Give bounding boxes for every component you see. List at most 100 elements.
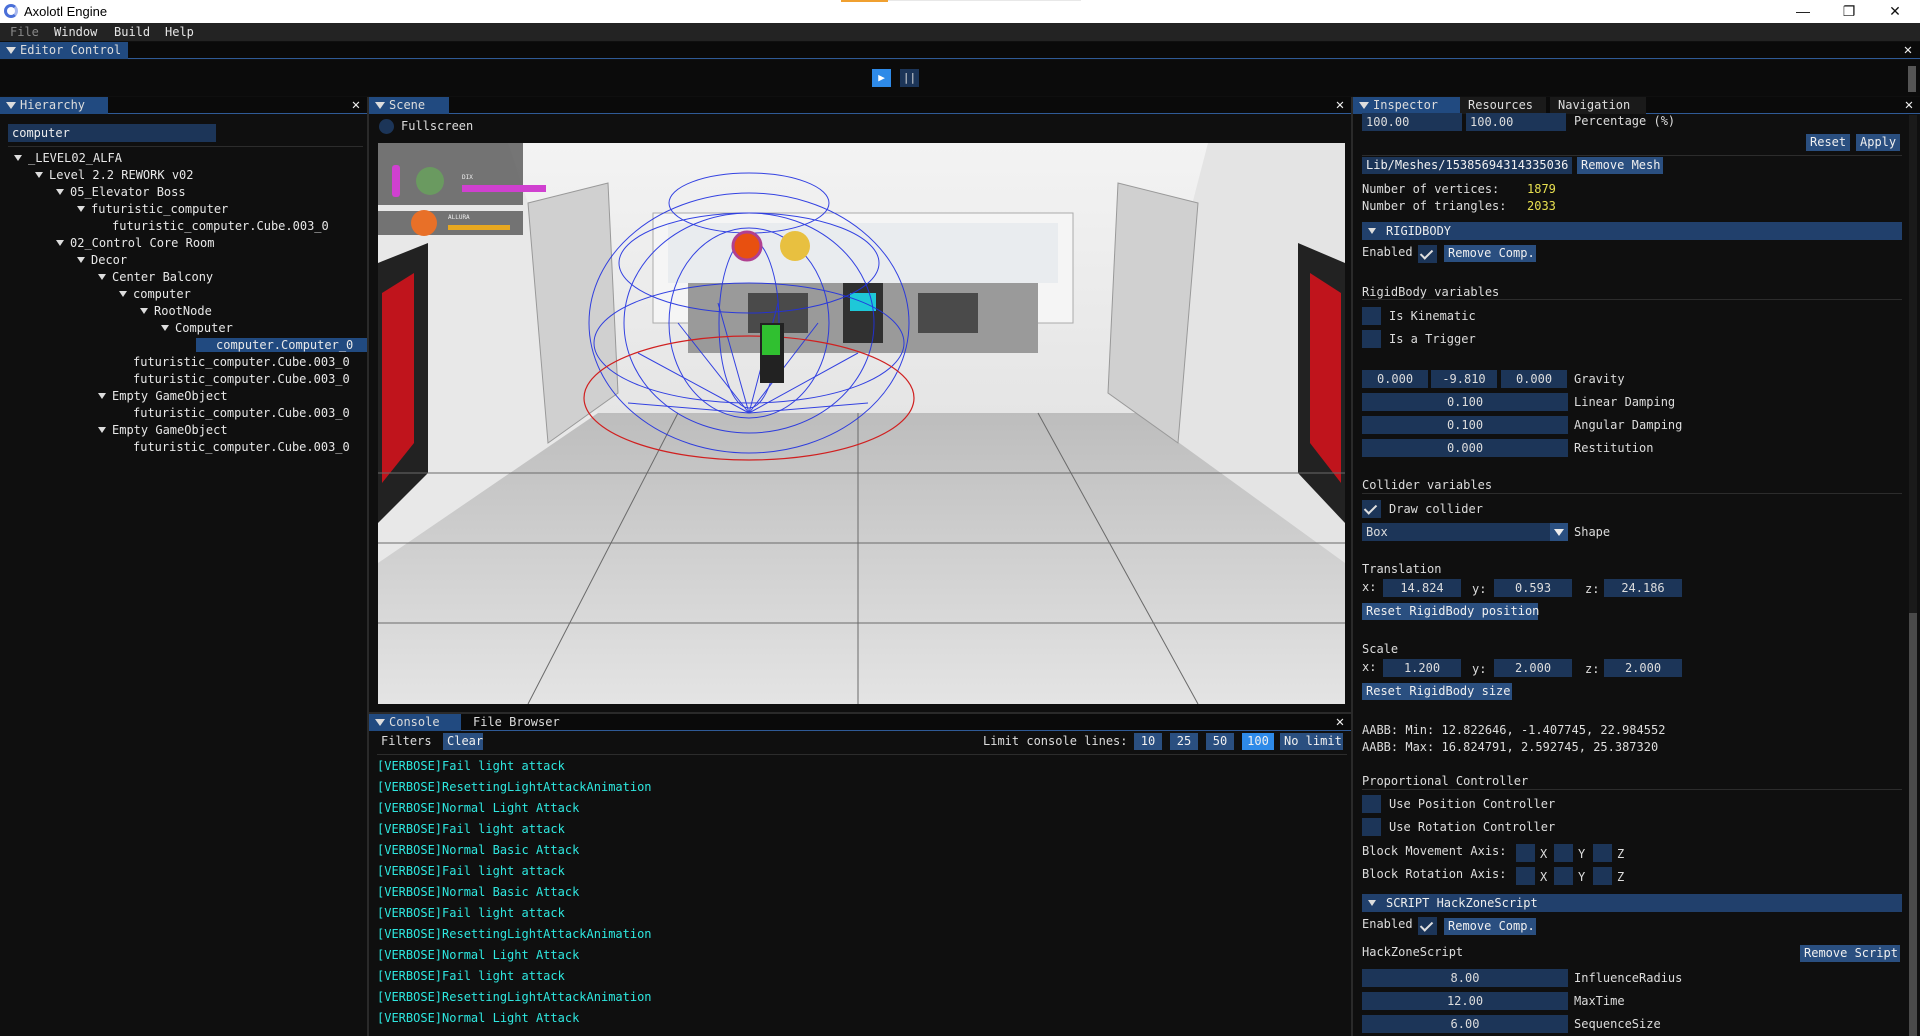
expand-arrow-icon[interactable] bbox=[77, 206, 85, 212]
close-window-icon[interactable]: ✕ bbox=[1872, 0, 1918, 23]
rigidbody-header[interactable]: RIGIDBODY bbox=[1362, 222, 1902, 240]
filters-button[interactable]: Filters bbox=[381, 734, 432, 748]
shape-select[interactable]: Box bbox=[1362, 523, 1568, 541]
script-header[interactable]: SCRIPT HackZoneScript bbox=[1362, 894, 1902, 912]
script-remove-comp-button[interactable]: Remove Comp. bbox=[1444, 918, 1536, 935]
restitution-field[interactable]: 0.000 bbox=[1362, 439, 1568, 457]
block-movement-x-checkbox[interactable] bbox=[1516, 844, 1535, 862]
influence-radius-field[interactable]: 8.00 bbox=[1362, 969, 1568, 987]
block-movement-y-checkbox[interactable] bbox=[1554, 844, 1573, 862]
expand-arrow-icon[interactable] bbox=[56, 240, 64, 246]
close-icon[interactable]: ✕ bbox=[1333, 714, 1347, 731]
tab-file-browser[interactable]: File Browser bbox=[465, 714, 567, 731]
hierarchy-item[interactable]: futuristic_computer bbox=[77, 202, 228, 216]
hierarchy-item[interactable]: Center Balcony bbox=[98, 270, 213, 284]
limit-100-button[interactable]: 100 bbox=[1242, 733, 1274, 750]
menu-help[interactable]: Help bbox=[165, 25, 194, 39]
hierarchy-item[interactable]: Decor bbox=[77, 253, 127, 267]
scale-z-field[interactable]: 2.000 bbox=[1604, 659, 1682, 677]
tab-editor-control[interactable]: Editor Control bbox=[0, 42, 129, 59]
expand-arrow-icon[interactable] bbox=[98, 393, 106, 399]
menu-window[interactable]: Window bbox=[54, 25, 97, 39]
translation-y-field[interactable]: 0.593 bbox=[1494, 579, 1572, 597]
play-button[interactable]: ▶ bbox=[872, 69, 891, 87]
close-icon[interactable]: ✕ bbox=[1901, 42, 1915, 59]
angular-damping-field[interactable]: 0.100 bbox=[1362, 416, 1568, 434]
block-rotation-z-checkbox[interactable] bbox=[1593, 867, 1612, 885]
scale-y-field[interactable]: 2.000 bbox=[1494, 659, 1572, 677]
tab-console[interactable]: Console bbox=[369, 714, 461, 731]
hierarchy-item[interactable]: futuristic_computer.Cube.003_0 bbox=[133, 372, 350, 386]
rigidbody-enabled-checkbox[interactable] bbox=[1418, 245, 1437, 263]
close-icon[interactable]: ✕ bbox=[349, 97, 363, 114]
hierarchy-item[interactable]: futuristic_computer.Cube.003_0 bbox=[133, 440, 350, 454]
block-movement-z-checkbox[interactable] bbox=[1593, 844, 1612, 862]
hierarchy-item[interactable]: 02_Control Core Room bbox=[56, 236, 215, 250]
restore-icon[interactable]: ❐ bbox=[1826, 0, 1872, 23]
collapse-icon[interactable] bbox=[6, 102, 16, 109]
hierarchy-search-input[interactable]: computer bbox=[8, 124, 216, 142]
reset-rigidbody-size-button[interactable]: Reset RigidBody size bbox=[1362, 683, 1512, 700]
draw-collider-checkbox[interactable] bbox=[1362, 500, 1381, 518]
gravity-x-field[interactable]: 0.000 bbox=[1362, 370, 1428, 388]
expand-arrow-icon[interactable] bbox=[140, 308, 148, 314]
translation-z-field[interactable]: 24.186 bbox=[1604, 579, 1682, 597]
tab-hierarchy[interactable]: Hierarchy bbox=[0, 97, 108, 114]
hierarchy-item[interactable]: Empty GameObject bbox=[98, 423, 228, 437]
is-trigger-checkbox[interactable] bbox=[1362, 330, 1381, 348]
expand-arrow-icon[interactable] bbox=[35, 172, 43, 178]
collapse-icon[interactable] bbox=[1359, 102, 1369, 109]
remove-script-button[interactable]: Remove Script bbox=[1800, 945, 1900, 962]
use-rotation-controller-checkbox[interactable] bbox=[1362, 818, 1381, 836]
hierarchy-item[interactable]: futuristic_computer.Cube.003_0 bbox=[133, 355, 350, 369]
tab-navigation[interactable]: Navigation bbox=[1550, 97, 1646, 114]
no-limit-button[interactable]: No limit bbox=[1280, 733, 1343, 750]
apply-button[interactable]: Apply bbox=[1856, 134, 1900, 151]
hierarchy-item[interactable]: futuristic_computer.Cube.003_0 bbox=[133, 406, 350, 420]
hierarchy-item[interactable]: Empty GameObject bbox=[98, 389, 228, 403]
limit-25-button[interactable]: 25 bbox=[1170, 733, 1198, 750]
hierarchy-item[interactable]: RootNode bbox=[140, 304, 212, 318]
expand-arrow-icon[interactable] bbox=[98, 427, 106, 433]
is-kinematic-checkbox[interactable] bbox=[1362, 307, 1381, 325]
use-position-controller-checkbox[interactable] bbox=[1362, 795, 1381, 813]
block-rotation-x-checkbox[interactable] bbox=[1516, 867, 1535, 885]
block-rotation-y-checkbox[interactable] bbox=[1554, 867, 1573, 885]
scrollbar[interactable] bbox=[1908, 66, 1916, 92]
scale-x-field[interactable]: 1.200 bbox=[1383, 659, 1461, 677]
size-field-2[interactable]: 100.00 bbox=[1466, 113, 1566, 131]
linear-damping-field[interactable]: 0.100 bbox=[1362, 393, 1568, 411]
pause-button[interactable]: || bbox=[900, 69, 919, 87]
menu-file[interactable]: File bbox=[10, 25, 39, 39]
translation-x-field[interactable]: 14.824 bbox=[1383, 579, 1461, 597]
hierarchy-item-selected[interactable]: computer.Computer_0 bbox=[196, 338, 367, 352]
tab-resources[interactable]: Resources bbox=[1460, 97, 1546, 114]
chevron-down-icon[interactable] bbox=[1550, 523, 1568, 541]
minimize-icon[interactable]: — bbox=[1780, 0, 1826, 23]
collapse-icon[interactable] bbox=[375, 719, 385, 726]
size-field-1[interactable]: 100.00 bbox=[1362, 113, 1462, 131]
gravity-y-field[interactable]: -9.810 bbox=[1431, 370, 1497, 388]
hierarchy-item[interactable]: computer bbox=[119, 287, 191, 301]
reset-button[interactable]: Reset bbox=[1806, 134, 1850, 151]
collapse-icon[interactable] bbox=[375, 102, 385, 109]
collapse-icon[interactable] bbox=[6, 47, 16, 54]
limit-50-button[interactable]: 50 bbox=[1206, 733, 1234, 750]
mesh-path-field[interactable]: Lib/Meshes/15385694314335036 bbox=[1362, 157, 1572, 174]
expand-arrow-icon[interactable] bbox=[77, 257, 85, 263]
expand-arrow-icon[interactable] bbox=[119, 291, 127, 297]
scene-viewport[interactable]: DIX ALLURA bbox=[378, 143, 1345, 704]
sequence-size-field[interactable]: 6.00 bbox=[1362, 1015, 1568, 1033]
tab-inspector[interactable]: Inspector bbox=[1353, 97, 1460, 114]
tab-scene[interactable]: Scene bbox=[369, 97, 449, 114]
close-icon[interactable]: ✕ bbox=[1333, 97, 1347, 114]
fullscreen-radio[interactable] bbox=[379, 119, 394, 134]
max-time-field[interactable]: 12.00 bbox=[1362, 992, 1568, 1010]
hierarchy-item[interactable]: Computer bbox=[161, 321, 233, 335]
script-enabled-checkbox[interactable] bbox=[1418, 917, 1437, 935]
expand-arrow-icon[interactable] bbox=[56, 189, 64, 195]
clear-button[interactable]: Clear bbox=[443, 733, 483, 750]
expand-arrow-icon[interactable] bbox=[98, 274, 106, 280]
gravity-z-field[interactable]: 0.000 bbox=[1501, 370, 1567, 388]
close-icon[interactable]: ✕ bbox=[1902, 97, 1916, 114]
